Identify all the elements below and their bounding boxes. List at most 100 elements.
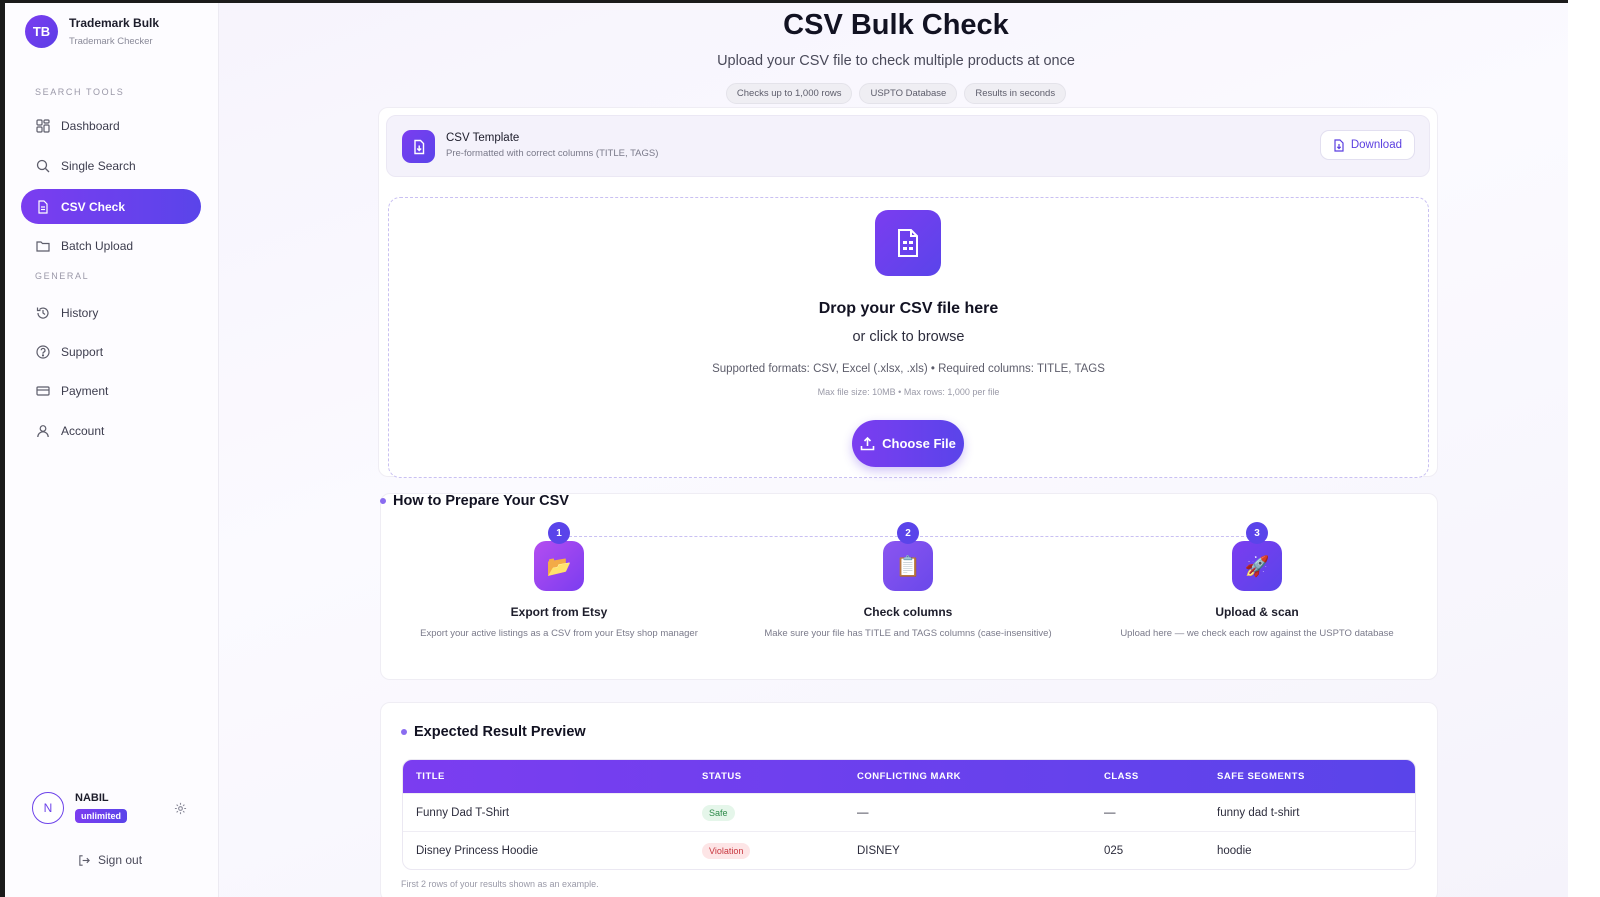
- cell-title: Disney Princess Hoodie: [416, 844, 539, 857]
- chip-row-limit: Checks up to 1,000 rows: [725, 83, 853, 104]
- sidebar-item-label: History: [61, 305, 99, 320]
- plan-badge: unlimited: [75, 809, 127, 823]
- step-number: 3: [1246, 522, 1268, 544]
- avatar: N: [32, 792, 64, 824]
- credit-card-icon: [36, 384, 50, 398]
- status-badge: Violation: [702, 842, 751, 859]
- download-label: Download: [1350, 139, 1402, 151]
- step-title: Check columns: [863, 605, 953, 619]
- dropzone-subtitle: or click to browse: [852, 329, 965, 345]
- prepare-title: How to Prepare Your CSV: [380, 493, 569, 509]
- sidebar-item-history[interactable]: History: [21, 295, 201, 330]
- column-header-class: CLASS: [1104, 771, 1139, 782]
- sidebar-item-account[interactable]: Account: [21, 413, 201, 448]
- column-header-status: STATUS: [702, 771, 742, 782]
- feature-chips: Checks up to 1,000 rows USPTO Database R…: [219, 83, 1568, 104]
- csv-template-bar: CSV Template Pre-formatted with correct …: [386, 115, 1430, 177]
- sign-out-button[interactable]: Sign out: [78, 853, 142, 867]
- cell-status: Violation: [702, 832, 751, 869]
- sidebar-item-label: Payment: [61, 383, 109, 398]
- cell-class: —: [1104, 806, 1116, 819]
- sidebar-item-label: CSV Check: [61, 199, 126, 214]
- download-template-button[interactable]: Download: [1319, 130, 1415, 160]
- table-header: TITLE STATUS CONFLICTING MARK CLASS SAFE…: [403, 760, 1415, 793]
- prepare-title-text: How to Prepare Your CSV: [393, 493, 569, 509]
- brand[interactable]: TB Trademark Bulk Trademark Checker: [25, 15, 159, 48]
- sign-out-label: Sign out: [98, 853, 143, 867]
- sidebar-item-support[interactable]: Support: [21, 334, 201, 369]
- search-icon: [36, 159, 50, 173]
- section-label-general: GENERAL: [35, 271, 90, 281]
- cell-title: Funny Dad T-Shirt: [416, 806, 510, 819]
- user-profile[interactable]: N NABIL unlimited: [32, 792, 127, 824]
- sidebar-item-payment[interactable]: Payment: [21, 373, 201, 408]
- template-title: CSV Template: [446, 132, 520, 144]
- result-table: TITLE STATUS CONFLICTING MARK CLASS SAFE…: [402, 759, 1416, 870]
- clipboard-icon: 📋: [883, 541, 933, 591]
- sidebar: TB Trademark Bulk Trademark Checker SEAR…: [5, 3, 219, 897]
- column-header-title: TITLE: [416, 771, 445, 782]
- sidebar-item-label: Dashboard: [61, 118, 120, 133]
- step-description: Upload here — we check each row against …: [1120, 628, 1394, 639]
- preview-title: Expected Result Preview: [401, 724, 586, 740]
- bullet-dot: [401, 729, 407, 735]
- table-row: Disney Princess Hoodie Violation DISNEY …: [403, 831, 1415, 869]
- document-icon: [36, 199, 50, 214]
- step-description: Export your active listings as a CSV fro…: [420, 628, 698, 639]
- sidebar-item-single-search[interactable]: Single Search: [21, 148, 201, 183]
- chip-speed: Results in seconds: [964, 83, 1067, 104]
- user-icon: [36, 424, 50, 438]
- bullet-dot: [380, 498, 386, 504]
- window-margin: [1568, 0, 1600, 897]
- cell-safe-segments: funny dad t-shirt: [1217, 806, 1300, 819]
- sidebar-item-dashboard[interactable]: Dashboard: [21, 108, 201, 143]
- file-limits: Max file size: 10MB • Max rows: 1,000 pe…: [817, 387, 1000, 397]
- status-badge: Safe: [702, 804, 735, 821]
- brand-subtitle: Trademark Checker: [69, 36, 153, 47]
- help-icon: [36, 344, 50, 359]
- csv-file-icon: [875, 210, 941, 276]
- table-row: Funny Dad T-Shirt Safe — — funny dad t-s…: [403, 793, 1415, 831]
- sidebar-item-label: Single Search: [61, 158, 136, 173]
- rocket-icon: 🚀: [1232, 541, 1282, 591]
- file-download-icon: [1334, 138, 1344, 152]
- logout-icon: [79, 854, 90, 866]
- step-description: Make sure your file has TITLE and TAGS c…: [764, 628, 1052, 639]
- column-header-safe-segments: SAFE SEGMENTS: [1217, 771, 1305, 782]
- download-file-icon: [402, 130, 435, 163]
- supported-formats: Supported formats: CSV, Excel (.xlsx, .x…: [712, 363, 1105, 375]
- sidebar-item-csv-check[interactable]: CSV Check: [21, 189, 201, 224]
- grid-icon: [36, 118, 50, 133]
- choose-file-button[interactable]: Choose File: [852, 420, 964, 467]
- cell-conflicting-mark: —: [857, 806, 869, 819]
- choose-file-label: Choose File: [882, 436, 956, 451]
- folder-icon: [36, 239, 50, 253]
- page-title: CSV Bulk Check: [783, 9, 1009, 41]
- sidebar-item-label: Support: [61, 344, 104, 359]
- preview-title-text: Expected Result Preview: [414, 724, 586, 740]
- cell-safe-segments: hoodie: [1217, 844, 1252, 857]
- user-name: NABIL: [75, 792, 109, 804]
- history-icon: [36, 306, 50, 320]
- brand-title: Trademark Bulk: [69, 16, 160, 30]
- brand-logo: TB: [25, 15, 58, 48]
- cell-class: 025: [1104, 844, 1124, 857]
- step-title: Upload & scan: [1215, 605, 1299, 619]
- step-number: 1: [548, 522, 570, 544]
- chip-database: USPTO Database: [859, 83, 958, 104]
- step-title: Export from Etsy: [510, 605, 608, 619]
- sidebar-item-label: Batch Upload: [61, 238, 134, 253]
- csv-dropzone[interactable]: Drop your CSV file here or click to brow…: [388, 197, 1429, 478]
- cell-conflicting-mark: DISNEY: [857, 844, 900, 857]
- dropzone-title: Drop your CSV file here: [818, 300, 999, 317]
- gear-icon[interactable]: [174, 802, 187, 820]
- upload-icon: [860, 436, 875, 451]
- step-number: 2: [897, 522, 919, 544]
- table-note: First 2 rows of your results shown as an…: [401, 879, 599, 889]
- section-label-search-tools: SEARCH TOOLS: [35, 87, 125, 97]
- column-header-conflicting-mark: CONFLICTING MARK: [857, 771, 962, 782]
- sidebar-item-batch-upload[interactable]: Batch Upload: [21, 228, 201, 263]
- template-subtitle: Pre-formatted with correct columns (TITL…: [446, 148, 659, 159]
- folder-icon: 📂: [534, 541, 584, 591]
- cell-status: Safe: [702, 794, 735, 831]
